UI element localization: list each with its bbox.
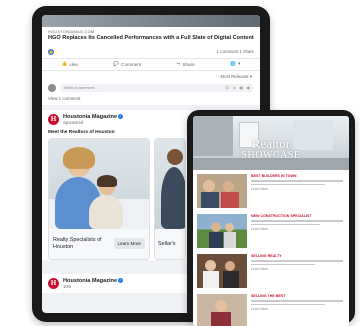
- comment-placeholder: Write a comment...: [64, 84, 98, 90]
- carousel-card[interactable]: Realty Specialists of Houston Learn More: [48, 137, 150, 260]
- share-button[interactable]: ↪ Share: [177, 62, 195, 67]
- sponsored-label: Sponsored: [63, 119, 84, 125]
- card-footer: Sellar's: [155, 228, 185, 259]
- text-line: [251, 220, 343, 222]
- card-title: Realty Specialists of Houston: [53, 237, 102, 250]
- post-action-bar: 👍 Like 💬 Comment ↪ Share 🌐 ▾: [42, 58, 260, 71]
- listing-title[interactable]: NEW CONSTRUCTION SPECIALIST: [251, 214, 343, 218]
- avatar: [48, 83, 56, 92]
- card-image: [155, 138, 185, 229]
- text-line: [251, 300, 343, 302]
- like-button[interactable]: 👍 Like: [62, 62, 78, 67]
- card-footer: Realty Specialists of Houston Learn More: [49, 228, 149, 259]
- like-label: Like: [69, 61, 78, 67]
- text-line: [251, 260, 343, 262]
- page-name-row: Houstonia Magazine ✓: [63, 113, 124, 120]
- engagement-stats: 👍 1 Comment 1 Share: [42, 44, 260, 59]
- listing-title[interactable]: SELLING REALTY: [251, 254, 343, 258]
- showcase-hero: Realtor SHOWCASE: [193, 116, 349, 170]
- comment-input[interactable]: Write a comment... ☺ ◎ ▣ ◉: [60, 83, 254, 92]
- chevron-down-icon: ▾: [237, 61, 241, 67]
- listing-photo: [197, 174, 247, 208]
- learn-more-link[interactable]: Learn More: [251, 267, 343, 271]
- listing-text: NEW CONSTRUCTION SPECIALIST Learn More: [251, 214, 343, 250]
- share-arrow-icon: ↪: [176, 61, 181, 67]
- text-line: [251, 223, 320, 226]
- listing-text: BEST BUILDERS IN TOWN Learn More: [251, 174, 343, 210]
- page-name[interactable]: Houstonia Magazine: [63, 278, 117, 284]
- comment-button[interactable]: 💬 Comment: [113, 62, 141, 67]
- text-line: [251, 303, 325, 306]
- listing-item[interactable]: SELLING THE BEST Learn More: [193, 290, 349, 326]
- comment-share-count[interactable]: 1 Comment 1 Share: [217, 49, 254, 54]
- listing-item[interactable]: BEST BUILDERS IN TOWN Learn More: [193, 170, 349, 210]
- learn-more-link[interactable]: Learn More: [251, 187, 343, 191]
- brand-logo[interactable]: H: [48, 113, 59, 125]
- learn-more-link[interactable]: Learn More: [251, 227, 343, 231]
- page-name[interactable]: Houstonia Magazine: [63, 114, 117, 120]
- learn-more-link[interactable]: Learn More: [251, 307, 343, 311]
- share-label: Share: [182, 61, 195, 67]
- page-name-row: Houstonia Magazine ✓: [63, 277, 124, 284]
- listing-item[interactable]: NEW CONSTRUCTION SPECIALIST Learn More: [193, 210, 349, 250]
- listing-title[interactable]: SELLING THE BEST: [251, 294, 343, 298]
- listing-text: SELLING THE BEST Learn More: [251, 294, 343, 326]
- chevron-down-icon: ▾: [249, 74, 252, 80]
- speech-bubble-icon: 💬: [113, 61, 120, 67]
- brand-logo[interactable]: H: [48, 277, 59, 289]
- showcase-subtitle: SHOWCASE: [241, 150, 301, 161]
- text-line: [251, 263, 316, 266]
- showcase-title: Realtor: [251, 136, 291, 151]
- card-title: Sellar's: [158, 240, 176, 247]
- post-time: 10m: [63, 283, 72, 289]
- sort-label: Most Relevant: [220, 73, 249, 79]
- listing-photo: [197, 254, 247, 288]
- view-comments-link[interactable]: View 1 comment: [42, 94, 260, 105]
- link-preview-image: [42, 15, 260, 27]
- learn-more-button[interactable]: Learn More: [113, 238, 145, 250]
- text-line: [251, 180, 343, 182]
- like-icon: 👍: [48, 48, 54, 55]
- verified-badge-icon: ✓: [118, 277, 124, 283]
- comment-label: Comment: [121, 61, 142, 67]
- front-tablet: Realtor SHOWCASE BEST BUILDERS IN TOWN L…: [187, 110, 355, 326]
- comment-sort-dropdown[interactable]: Most Relevant ▾: [42, 70, 260, 82]
- link-title[interactable]: HGO Replaces Its Cancelled Performances …: [48, 35, 254, 42]
- comment-composer: Write a comment... ☺ ◎ ▣ ◉: [42, 81, 260, 95]
- listing-text: SELLING REALTY Learn More: [251, 254, 343, 290]
- card-image: [49, 138, 149, 229]
- link-domain: HOUSTONIAMAG.COM: [48, 29, 95, 34]
- text-line: [251, 183, 325, 186]
- emoji-icon[interactable]: ☺ ◎ ▣ ◉: [225, 84, 251, 92]
- listing-photo: [197, 294, 247, 326]
- audience-selector[interactable]: 🌐 ▾: [230, 62, 240, 67]
- listing-item[interactable]: SELLING REALTY Learn More: [193, 250, 349, 290]
- listing-photo: [197, 214, 247, 248]
- globe-icon: 🌐: [230, 61, 236, 67]
- verified-badge-icon: ✓: [118, 113, 124, 119]
- showcase-screen[interactable]: Realtor SHOWCASE BEST BUILDERS IN TOWN L…: [193, 116, 349, 326]
- carousel-card[interactable]: Sellar's: [154, 137, 186, 260]
- thumbs-up-icon: 👍: [61, 61, 68, 67]
- link-preview-card[interactable]: HOUSTONIAMAG.COM HGO Replaces Its Cancel…: [42, 15, 260, 45]
- listing-title[interactable]: BEST BUILDERS IN TOWN: [251, 174, 343, 178]
